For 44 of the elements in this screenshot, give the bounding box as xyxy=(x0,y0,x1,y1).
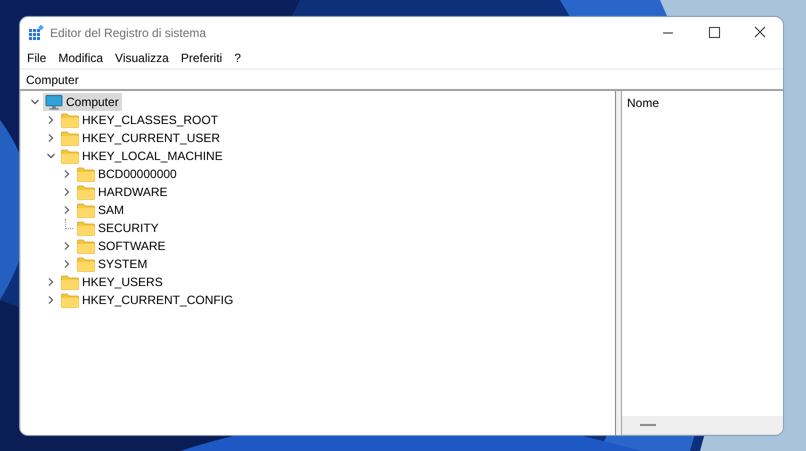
chevron-icon[interactable] xyxy=(46,133,56,143)
tree-item[interactable]: HKEY_LOCAL_MACHINE xyxy=(82,149,226,163)
chevron-icon[interactable] xyxy=(62,241,72,251)
tree-item[interactable]: SYSTEM xyxy=(98,257,150,271)
menu-item[interactable]: Visualizza xyxy=(109,51,175,65)
folder-icon xyxy=(77,238,95,254)
folder-icon xyxy=(77,220,95,236)
tree-item[interactable]: HKEY_CURRENT_CONFIG xyxy=(82,293,236,307)
folder-icon xyxy=(77,166,95,182)
chevron-icon[interactable] xyxy=(46,151,56,161)
tree-item[interactable]: SAM xyxy=(98,203,128,217)
column-header[interactable]: Nome xyxy=(627,96,660,110)
chevron-icon[interactable] xyxy=(62,187,72,197)
scrollbar[interactable] xyxy=(622,416,783,434)
chevron-icon[interactable] xyxy=(62,205,72,215)
folder-icon xyxy=(61,130,79,146)
chevron-icon[interactable] xyxy=(62,169,72,179)
tree-item[interactable]: HKEY_CURRENT_USER xyxy=(82,131,224,145)
folder-icon xyxy=(77,256,95,272)
folder-icon xyxy=(61,148,79,164)
monitor-icon xyxy=(45,94,63,110)
tree-item[interactable]: SECURITY xyxy=(98,221,162,235)
chevron-icon[interactable] xyxy=(30,97,40,107)
chevron-icon[interactable] xyxy=(46,277,56,287)
tree-item[interactable]: HKEY_USERS xyxy=(82,275,166,289)
window-title: Editor del Registro di sistema xyxy=(50,26,206,40)
tree-item[interactable]: BCD00000000 xyxy=(98,167,180,181)
menu-item[interactable]: File xyxy=(21,51,52,65)
menu-item[interactable]: Preferiti xyxy=(174,51,228,65)
menu-item[interactable]: ? xyxy=(228,51,247,65)
tree-item[interactable]: HARDWARE xyxy=(98,185,171,199)
tree-item[interactable]: SOFTWARE xyxy=(98,239,169,253)
chevron-icon[interactable] xyxy=(62,259,72,269)
folder-icon xyxy=(61,274,79,290)
folder-icon xyxy=(77,184,95,200)
folder-icon xyxy=(61,112,79,128)
chevron-icon[interactable] xyxy=(46,115,56,125)
chevron-icon[interactable] xyxy=(46,295,56,305)
folder-icon xyxy=(77,202,95,218)
address-field[interactable]: Computer xyxy=(20,68,783,91)
folder-icon xyxy=(61,292,79,308)
registry-icon xyxy=(28,25,44,41)
tree-item[interactable]: HKEY_CLASSES_ROOT xyxy=(82,113,222,127)
menu-item[interactable]: Modifica xyxy=(52,51,110,65)
